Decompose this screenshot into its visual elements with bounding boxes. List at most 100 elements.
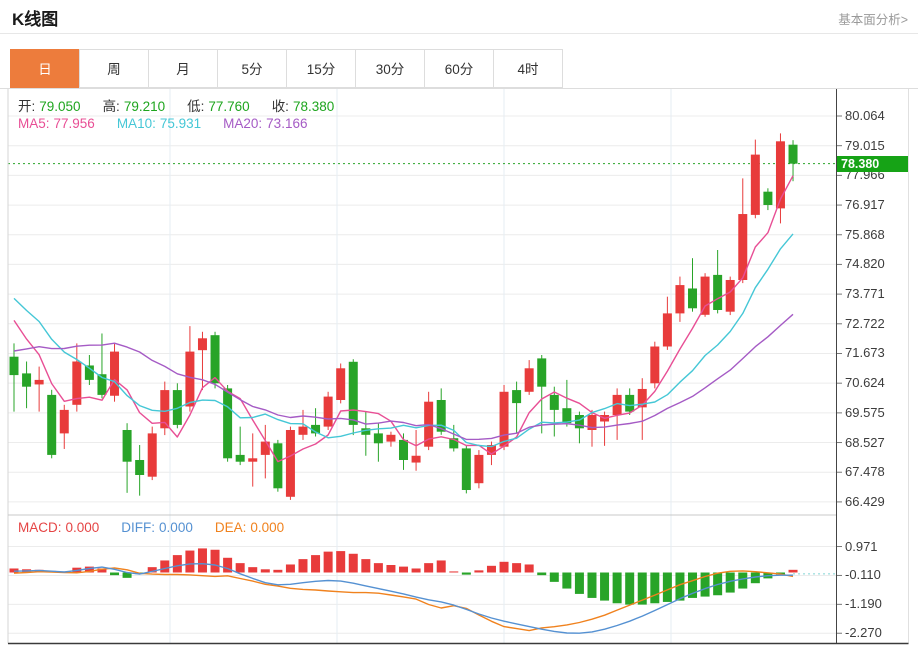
candle: [298, 427, 307, 435]
tab-interval-4[interactable]: 15分: [286, 49, 356, 88]
candle: [248, 458, 257, 461]
candle: [500, 392, 509, 447]
candle: [223, 388, 232, 458]
macd-bar: [386, 565, 395, 572]
price-axis-label: 74.820: [845, 256, 885, 271]
macd-bar: [336, 551, 345, 572]
macd-label: MACD:: [18, 520, 62, 535]
candle: [185, 352, 194, 407]
candle: [701, 277, 710, 315]
macd-bar: [374, 563, 383, 572]
ma-value: 75.931: [160, 116, 201, 131]
tab-interval-3[interactable]: 5分: [217, 49, 287, 88]
tab-interval-2[interactable]: 月: [148, 49, 218, 88]
macd-bar: [211, 550, 220, 573]
ma-value: 77.956: [54, 116, 95, 131]
candle: [110, 352, 119, 396]
ma5-line: [14, 176, 793, 462]
candle: [148, 433, 157, 476]
candle: [412, 456, 421, 463]
price-axis-label: 67.478: [845, 464, 885, 479]
ohlc-value: 78.380: [293, 99, 334, 114]
macd-bar: [286, 564, 295, 572]
ma-label: MA5:: [18, 116, 50, 131]
macd-bar: [738, 573, 747, 589]
macd-bar: [248, 567, 257, 572]
macd-bar: [462, 573, 471, 575]
candle: [349, 362, 358, 425]
candle: [550, 395, 559, 410]
ohlc-label: 开:: [18, 99, 35, 114]
candle: [474, 455, 483, 483]
interval-tabbar: 日周月5分15分30分60分4时: [10, 49, 563, 88]
candle: [751, 155, 760, 215]
candle: [286, 430, 295, 497]
ohlc-value: 79.050: [39, 99, 80, 114]
macd-label: DIFF:: [121, 520, 155, 535]
tab-interval-5[interactable]: 30分: [355, 49, 425, 88]
candle: [688, 288, 697, 308]
macd-bar: [198, 548, 207, 572]
macd-bar: [349, 554, 358, 573]
candle: [336, 368, 345, 400]
candle: [198, 338, 207, 350]
candle: [713, 275, 722, 310]
price-axis-label: 66.429: [845, 494, 885, 509]
macd-axis-label: -1.190: [845, 596, 882, 611]
candle: [625, 395, 634, 412]
macd-bar: [650, 573, 659, 604]
candle: [763, 192, 772, 205]
macd-axis-label: -0.110: [845, 567, 881, 582]
ohlc-value: 77.760: [208, 99, 249, 114]
macd-bar: [663, 573, 672, 602]
ohlc-label: 高:: [103, 99, 120, 114]
macd-bar: [437, 560, 446, 572]
macd-bar: [361, 559, 370, 572]
candle: [236, 455, 245, 462]
candle: [399, 440, 408, 460]
tab-interval-7[interactable]: 4时: [493, 49, 563, 88]
macd-label: DEA:: [215, 520, 247, 535]
candle: [123, 430, 132, 462]
macd-bar: [562, 573, 571, 589]
macd-axis-label: 0.971: [845, 539, 878, 554]
tab-interval-1[interactable]: 周: [79, 49, 149, 88]
candle: [675, 285, 684, 313]
candle: [135, 460, 144, 475]
price-axis-label: 73.771: [845, 286, 885, 301]
macd-bar: [600, 573, 609, 601]
kline-page: K线图 基本面分析> 日周月5分15分30分60分4时 开:79.050高:79…: [0, 0, 918, 646]
price-axis-label: 76.917: [845, 197, 885, 212]
macd-bar: [311, 555, 320, 572]
price-axis-label: 79.015: [845, 138, 885, 153]
candle: [537, 358, 546, 386]
macd-bar: [273, 570, 282, 573]
current-price-badge: 78.380: [837, 156, 908, 172]
candle: [324, 397, 333, 427]
ma10-line: [14, 234, 793, 447]
tab-interval-6[interactable]: 60分: [424, 49, 494, 88]
macd-bar: [537, 573, 546, 576]
ohlc-value: 79.210: [124, 99, 165, 114]
macd-bar: [487, 566, 496, 573]
candle: [462, 448, 471, 490]
macd-bar: [173, 555, 182, 572]
macd-bar: [587, 573, 596, 598]
macd-bar: [449, 571, 458, 572]
macd-bar: [613, 573, 622, 604]
tabbar-divider: [0, 88, 918, 89]
macd-bar: [185, 551, 194, 573]
ma-label: MA20:: [223, 116, 262, 131]
candle: [35, 380, 44, 385]
candle: [789, 145, 798, 164]
price-axis-label: 71.673: [845, 345, 885, 360]
candle: [47, 395, 56, 455]
ohlc-label: 收:: [272, 99, 289, 114]
candle: [10, 357, 19, 375]
candle: [374, 433, 383, 443]
macd-bar: [399, 567, 408, 573]
macd-bar: [500, 562, 509, 573]
tab-interval-0[interactable]: 日: [10, 49, 80, 88]
candle: [386, 435, 395, 442]
macd-bar: [324, 552, 333, 573]
